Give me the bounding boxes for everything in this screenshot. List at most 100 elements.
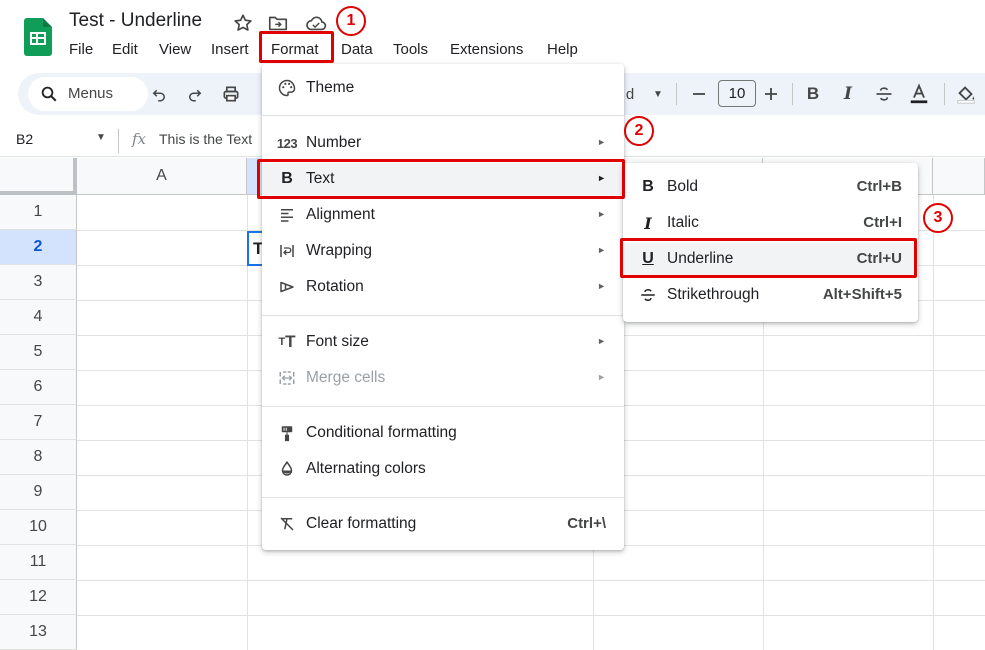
undo-icon[interactable] [148,81,170,107]
document-title[interactable]: Test - Underline [69,10,202,32]
menu-extensions[interactable]: Extensions [450,40,523,60]
redo-icon[interactable] [184,81,206,107]
menu-item-label: Conditional formatting [306,424,457,441]
select-all-corner[interactable] [0,158,77,195]
submenu-item-strikethrough[interactable]: Strikethrough Alt+Shift+5 [623,279,918,311]
search-menus-button[interactable]: Menus [28,77,148,111]
submenu-arrow-icon: ► [597,336,606,346]
text-wrap-icon [276,241,298,261]
submenu-item-bold[interactable]: B Bold Ctrl+B [623,171,918,203]
row-header-9[interactable]: 9 [0,475,77,510]
menu-item-conditional-formatting[interactable]: Conditional formatting [262,417,624,449]
menu-edit[interactable]: Edit [112,40,138,60]
menu-item-theme[interactable]: Theme [262,72,624,104]
menu-divider [262,315,624,316]
clear-formatting-icon [276,514,298,534]
row-header-3[interactable]: 3 [0,265,77,300]
function-icon: fx [132,130,147,148]
toolbar-divider [676,83,677,105]
number-format-icon: 123 [276,135,298,151]
menu-item-wrapping[interactable]: Wrapping ► [262,235,624,267]
menu-file[interactable]: File [69,40,93,60]
menu-item-merge-cells[interactable]: Merge cells ► [262,362,624,394]
grid-line [933,195,934,650]
submenu-item-label: Italic [667,214,699,231]
strikethrough-icon[interactable] [873,81,895,107]
align-left-icon [276,205,298,225]
formula-input[interactable]: This is the Text [159,131,252,147]
print-icon[interactable] [220,81,242,107]
row-header-1[interactable]: 1 [0,195,77,230]
increase-font-size-icon[interactable] [762,81,780,107]
italic-icon: I [644,213,652,233]
menu-shortcut: Ctrl+B [856,178,902,195]
submenu-arrow-icon: ► [597,281,606,291]
column-header-a[interactable]: A [77,158,247,195]
highlight-underline-item [620,238,917,278]
menu-insert[interactable]: Insert [211,40,249,60]
menu-shortcut: Ctrl+I [863,214,902,231]
menu-item-font-size[interactable]: TT Font size ► [262,326,624,358]
menu-help[interactable]: Help [547,40,578,60]
palette-icon [276,78,298,98]
italic-icon[interactable]: I [838,81,858,107]
step-badge-1: 1 [336,6,366,36]
color-drop-icon [276,459,298,479]
row-header-10[interactable]: 10 [0,510,77,545]
submenu-item-italic[interactable]: I Italic Ctrl+I [623,207,918,239]
row-header-12[interactable]: 12 [0,580,77,615]
menu-tools[interactable]: Tools [393,40,428,60]
menu-item-clear-formatting[interactable]: Clear formatting Ctrl+\ [262,508,624,540]
row-header-11[interactable]: 11 [0,545,77,580]
grid-line [77,615,985,616]
menu-item-alignment[interactable]: Alignment ► [262,199,624,231]
fill-color-icon[interactable] [955,81,977,107]
menu-item-rotation[interactable]: Rotation ► [262,271,624,303]
menu-view[interactable]: View [159,40,191,60]
star-icon[interactable] [232,12,254,34]
menu-item-label: Rotation [306,278,364,295]
row-header-13[interactable]: 13 [0,615,77,650]
font-size-icon: TT [278,332,296,351]
font-size-input[interactable]: 10 [718,80,756,107]
submenu-arrow-icon: ► [597,245,606,255]
decrease-font-size-icon[interactable] [690,81,708,107]
row-header-4[interactable]: 4 [0,300,77,335]
bold-icon[interactable]: B [803,81,823,107]
text-color-icon[interactable] [908,81,930,107]
menu-item-alternating-colors[interactable]: Alternating colors [262,453,624,485]
row-header-5[interactable]: 5 [0,335,77,370]
row-header-2[interactable]: 2 [0,230,77,265]
toolbar-divider [792,83,793,105]
grid-line [77,580,985,581]
paint-roller-icon [276,423,298,443]
step-badge-3: 3 [923,203,953,233]
menu-divider [262,406,624,407]
submenu-arrow-icon: ► [597,372,606,382]
font-family-chevron-icon[interactable]: ▼ [650,81,666,107]
menu-divider [262,115,624,116]
search-icon [40,85,58,108]
menu-item-label: Merge cells [306,369,386,386]
strikethrough-icon [637,285,659,305]
toolbar-divider [944,83,945,105]
menu-item-number[interactable]: 123 Number ► [262,127,624,159]
menu-shortcut: Ctrl+\ [567,515,606,532]
menu-item-label: Theme [306,79,355,96]
menu-item-label: Alignment [306,206,375,223]
name-box-chevron-icon[interactable]: ▼ [96,132,106,143]
menu-item-label: Font size [306,333,369,350]
submenu-arrow-icon: ► [597,137,606,147]
format-menu: Theme 123 Number ► B Text ► Alignment ► … [262,64,624,550]
font-family-value[interactable]: d [622,81,638,107]
row-header-6[interactable]: 6 [0,370,77,405]
column-header-e[interactable] [933,158,985,195]
submenu-item-label: Strikethrough [667,286,760,303]
formula-divider [118,129,119,153]
row-header-7[interactable]: 7 [0,405,77,440]
row-header-8[interactable]: 8 [0,440,77,475]
menu-item-label: Alternating colors [306,460,426,477]
submenu-arrow-icon: ► [597,209,606,219]
name-box[interactable]: B2 [16,131,33,147]
menu-data[interactable]: Data [341,40,373,60]
